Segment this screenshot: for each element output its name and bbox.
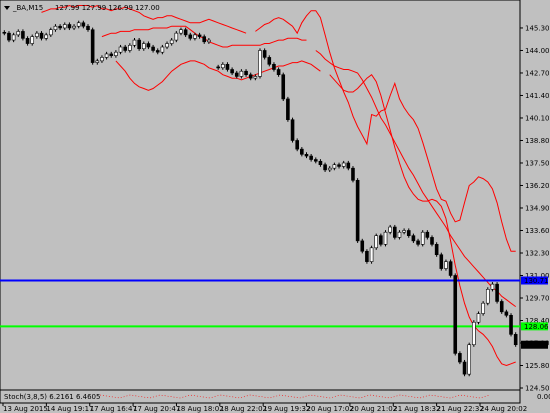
- candle: [476, 311, 481, 325]
- x-tick-label: 24 Aug 20:02: [480, 405, 527, 413]
- chart-window: 145.30 144.00 142.70 141.40 140.10 138.80 137.…: [0, 0, 550, 413]
- x-tick-label: 19 Aug 19:32: [263, 405, 310, 413]
- x-tick-label: 14 Aug 19:17: [46, 405, 93, 413]
- sub-panel-tick: 0.00: [537, 393, 550, 401]
- candle: [383, 230, 388, 247]
- level-tag-label-1: 130.71: [524, 277, 549, 285]
- candle: [467, 342, 471, 377]
- y-tick-label: 136.20: [525, 182, 550, 190]
- y-tick-label: 140.10: [525, 114, 550, 122]
- y-tick-label: 125.80: [525, 362, 550, 370]
- candle: [393, 224, 397, 240]
- candle: [509, 313, 513, 337]
- x-tick-label: 21 Aug 22:32: [437, 405, 484, 413]
- price-chart[interactable]: 145.30 144.00 142.70 141.40 140.10 138.80 137.…: [0, 0, 550, 413]
- y-tick-label: 137.50: [525, 159, 550, 167]
- candle: [290, 117, 295, 143]
- y-tick-label: 129.70: [525, 294, 550, 302]
- x-tick-label: 21 Aug 18:32: [393, 405, 440, 413]
- x-tick-label: 13 Aug 2015: [3, 405, 48, 413]
- y-tick-label: 134.90: [525, 204, 550, 212]
- candle: [458, 351, 462, 365]
- candle: [137, 38, 141, 51]
- candle: [453, 273, 458, 356]
- ohlc-label: 127.99 127.99 126.99 127.00: [55, 4, 160, 12]
- x-tick-label: 20 Aug 17:02: [307, 405, 354, 413]
- y-tick-label: 145.30: [525, 24, 550, 32]
- stochastic-label: Stoch(3,8,5) 6.2161 6.4605: [4, 393, 100, 401]
- y-tick-label: 133.60: [525, 227, 550, 235]
- candle: [365, 249, 369, 264]
- y-tick-label: 142.70: [525, 69, 550, 77]
- candle: [351, 166, 355, 183]
- candle: [258, 48, 262, 79]
- candle: [360, 238, 365, 254]
- x-tick-label: 17 Aug 16:47: [90, 405, 137, 413]
- candle: [295, 138, 299, 152]
- candle: [369, 245, 374, 264]
- time-axis: 13 Aug 201514 Aug 19:1717 Aug 16:4717 Au…: [2, 403, 527, 413]
- x-tick-label: 20 Aug 21:02: [350, 405, 397, 413]
- candle: [355, 178, 360, 243]
- y-tick-label: 141.40: [525, 92, 550, 100]
- x-tick-label: 18 Aug 22:02: [220, 405, 267, 413]
- candle: [495, 282, 499, 304]
- candle: [420, 230, 425, 247]
- candle: [90, 27, 95, 65]
- stochastic-subwindow: Stoch(3,8,5) 6.2161 6.4605 0.00: [0, 389, 550, 404]
- candle: [434, 242, 439, 257]
- candle: [379, 233, 383, 247]
- candle: [281, 72, 286, 102]
- chart-header: _BA,M15 127.99 127.99 126.99 127.00: [4, 4, 160, 12]
- candle: [448, 259, 453, 278]
- level-tag-label-2: 128.06: [524, 323, 549, 331]
- y-tick-label: 144.00: [525, 47, 550, 55]
- candle: [439, 252, 444, 271]
- current-price-label: 127.00: [524, 341, 549, 349]
- candle: [481, 301, 485, 316]
- candle: [472, 320, 476, 347]
- y-tick-label: 138.80: [525, 137, 550, 145]
- candle: [485, 287, 490, 306]
- candle: [462, 359, 467, 377]
- candle: [374, 233, 379, 250]
- symbol-label: _BA,M15: [12, 4, 43, 12]
- y-tick-label: 124.50: [525, 385, 550, 393]
- x-tick-label: 17 Aug 20:47: [133, 405, 180, 413]
- candle: [499, 299, 504, 314]
- x-tick-label: 18 Aug 18:02: [176, 405, 223, 413]
- candle: [286, 96, 290, 122]
- candle: [513, 332, 518, 347]
- y-tick-label: 132.30: [525, 249, 550, 257]
